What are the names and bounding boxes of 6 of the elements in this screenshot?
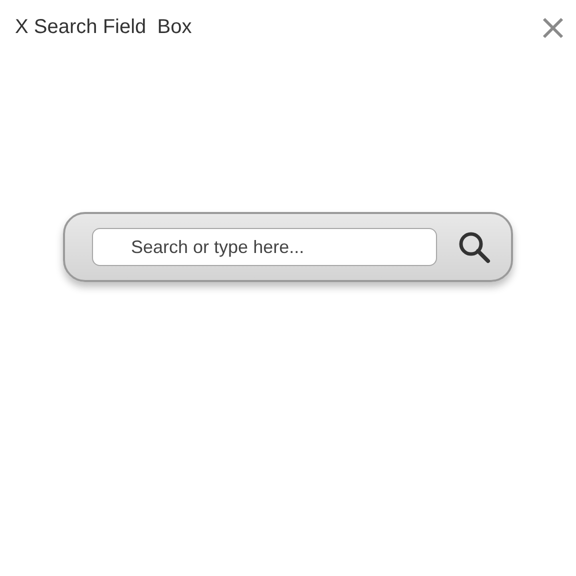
window-title: X Search Field Box	[15, 16, 192, 39]
search-button[interactable]	[457, 230, 491, 264]
search-field[interactable]: Search or type here...	[92, 228, 437, 266]
close-icon	[542, 16, 564, 38]
close-button[interactable]	[542, 16, 564, 38]
search-icon	[457, 230, 491, 264]
